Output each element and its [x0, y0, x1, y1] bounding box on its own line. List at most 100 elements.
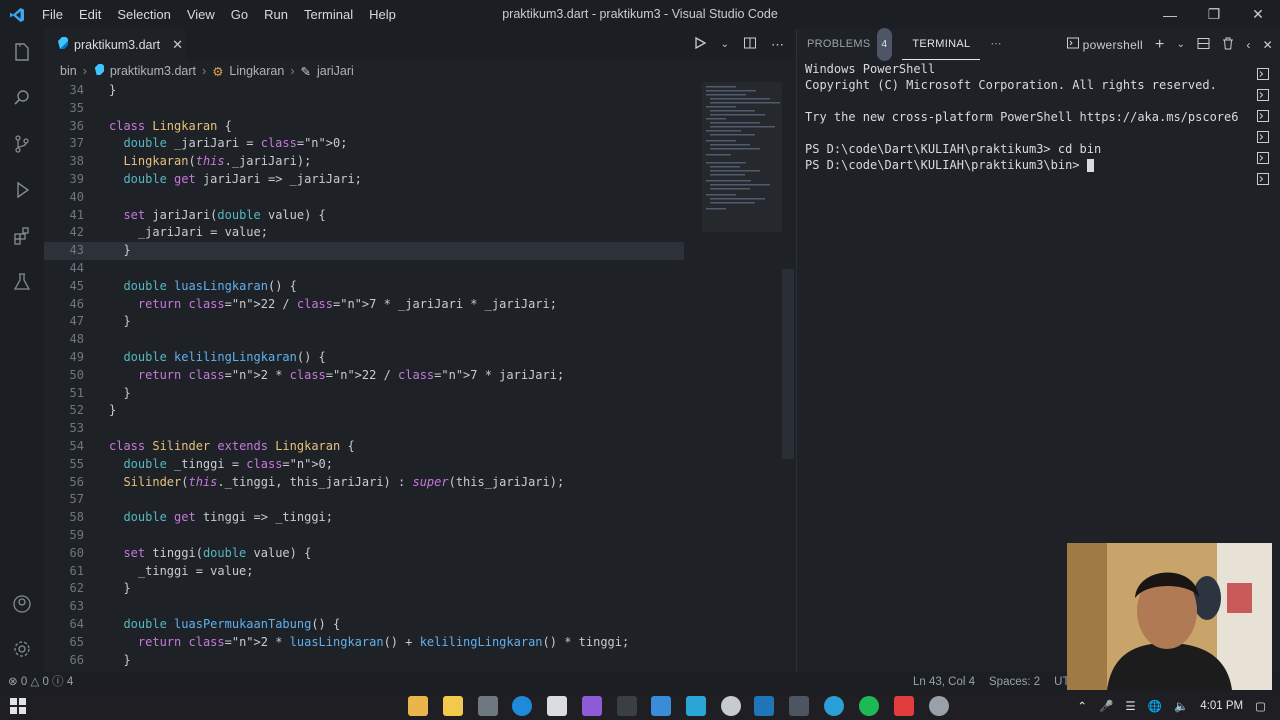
terminal-instance-icon[interactable] — [1255, 168, 1271, 189]
code-line[interactable]: 51 } — [44, 385, 684, 403]
close-window-icon[interactable]: ✕ — [1236, 0, 1280, 29]
menu-run[interactable]: Run — [256, 0, 296, 29]
code-line[interactable]: 50 return class="n">2 * class="n">22 / c… — [44, 367, 684, 385]
app-icon[interactable] — [443, 696, 463, 716]
spotify-icon[interactable] — [859, 696, 879, 716]
run-debug-icon[interactable] — [0, 167, 44, 213]
code-line[interactable]: 58 double get tinggi => _tinggi; — [44, 509, 684, 527]
code-line[interactable]: 39 double get jariJari => _jariJari; — [44, 171, 684, 189]
code-line[interactable]: 63 — [44, 598, 684, 616]
menu-go[interactable]: Go — [223, 0, 256, 29]
code-line[interactable]: 60 set tinggi(double value) { — [44, 545, 684, 563]
app-icon[interactable] — [929, 696, 949, 716]
menu-selection[interactable]: Selection — [109, 0, 178, 29]
wifi-icon[interactable]: ☰ — [1125, 699, 1135, 713]
code-line[interactable]: 54 class Silinder extends Lingkaran { — [44, 438, 684, 456]
code-line[interactable]: 41 set jariJari(double value) { — [44, 207, 684, 225]
terminal-instance-icon[interactable] — [1255, 126, 1271, 147]
code-line[interactable]: 46 return class="n">22 / class="n">7 * _… — [44, 296, 684, 314]
code-line[interactable]: 52} — [44, 402, 684, 420]
code-line[interactable]: 62 } — [44, 580, 684, 598]
testing-icon[interactable] — [0, 259, 44, 305]
menu-help[interactable]: Help — [361, 0, 404, 29]
settings-gear-icon[interactable] — [0, 626, 44, 672]
shell-name[interactable]: powershell — [1083, 38, 1143, 52]
chevron-down-icon[interactable]: ⌄ — [1177, 39, 1186, 50]
menu-view[interactable]: View — [179, 0, 223, 29]
visual-studio-icon[interactable] — [582, 696, 602, 716]
run-file-icon[interactable] — [693, 36, 707, 53]
clock[interactable]: 4:01 PM — [1200, 700, 1243, 712]
app-icon[interactable] — [789, 696, 809, 716]
tab-problems[interactable]: PROBLEMS 4 — [797, 28, 902, 61]
menu-terminal[interactable]: Terminal — [296, 0, 361, 29]
code-line[interactable]: 66 } — [44, 652, 684, 670]
extensions-icon[interactable] — [0, 213, 44, 259]
editor-scrollbar[interactable] — [782, 269, 794, 459]
explorer-icon[interactable] — [0, 29, 44, 75]
code-line[interactable]: 43 } — [44, 242, 684, 260]
split-editor-icon[interactable] — [743, 36, 757, 53]
volume-icon[interactable]: 🔈 — [1174, 699, 1188, 713]
trash-icon[interactable] — [1222, 37, 1234, 53]
code-line[interactable]: 37 double _jariJari = class="n">0; — [44, 135, 684, 153]
code-line[interactable]: 45 double luasLingkaran() { — [44, 278, 684, 296]
breadcrumb-file[interactable]: praktikum3.dart — [110, 64, 196, 78]
source-control-icon[interactable] — [0, 121, 44, 167]
code-line[interactable]: 57 — [44, 491, 684, 509]
code-line[interactable]: 36 class Lingkaran { — [44, 118, 684, 136]
code-line[interactable]: 34} — [44, 82, 684, 100]
new-terminal-icon[interactable]: + — [1155, 36, 1165, 54]
vscode-taskbar-icon[interactable] — [754, 696, 774, 716]
code-line[interactable]: 40 — [44, 189, 684, 207]
code-line[interactable]: 38 Lingkaran(this._jariJari); — [44, 153, 684, 171]
more-actions-icon[interactable]: ⋯ — [771, 37, 784, 53]
browser-icon[interactable] — [824, 696, 844, 716]
code-line[interactable]: 65 return class="n">2 * luasLingkaran() … — [44, 634, 684, 652]
terminal-instance-icon[interactable] — [1255, 105, 1271, 126]
edge-icon[interactable] — [512, 696, 532, 716]
account-icon[interactable] — [0, 581, 44, 627]
code-line[interactable]: 44 — [44, 260, 684, 278]
code-line[interactable]: 42 _jariJari = value; — [44, 224, 684, 242]
terminal-instance-icon[interactable] — [1255, 147, 1271, 168]
code-line[interactable]: 61 _tinggi = value; — [44, 563, 684, 581]
terminal-instance-icon[interactable] — [1255, 63, 1271, 84]
notification-icon[interactable]: ▢ — [1255, 699, 1266, 713]
code-line[interactable]: 49 double kelilingLingkaran() { — [44, 349, 684, 367]
terminal-instance-icon[interactable] — [1255, 84, 1271, 105]
breadcrumb-class[interactable]: Lingkaran — [229, 64, 284, 78]
code-editor[interactable]: 34} 35 36 class Lingkaran {37 double _jariJ… — [44, 82, 684, 672]
mail-icon[interactable] — [651, 696, 671, 716]
restore-icon[interactable]: ❐ — [1192, 0, 1236, 29]
app-icon[interactable] — [547, 696, 567, 716]
code-line[interactable]: 56 Silinder(this._tinggi, this_jariJari)… — [44, 474, 684, 492]
app-icon[interactable] — [721, 696, 741, 716]
windows-start-icon[interactable] — [10, 698, 26, 717]
cursor-position[interactable]: Ln 43, Col 4 — [913, 672, 975, 692]
code-line[interactable]: 59 — [44, 527, 684, 545]
more-tabs-icon[interactable]: ⋯ — [980, 29, 1011, 60]
breadcrumb-symbol[interactable]: jariJari — [317, 64, 354, 78]
indentation[interactable]: Spaces: 2 — [989, 672, 1040, 692]
code-line[interactable]: 55 double _tinggi = class="n">0; — [44, 456, 684, 474]
code-line[interactable]: 64 double luasPermukaanTabung() { — [44, 616, 684, 634]
chevron-up-icon[interactable]: ⌃ — [1077, 699, 1087, 713]
menu-file[interactable]: File — [34, 0, 71, 29]
chevron-left-icon[interactable]: ‹ — [1246, 38, 1250, 52]
close-tab-icon[interactable]: ✕ — [172, 37, 183, 53]
file-explorer-icon[interactable] — [408, 696, 428, 716]
minimize-icon[interactable]: — — [1148, 0, 1192, 29]
microphone-icon[interactable]: 🎤 — [1099, 699, 1113, 713]
search-icon[interactable] — [0, 75, 44, 121]
app-icon[interactable] — [478, 696, 498, 716]
terminal-output[interactable]: Windows PowerShell Copyright (C) Microso… — [805, 61, 1238, 173]
split-terminal-icon[interactable] — [1197, 37, 1210, 53]
tab-terminal[interactable]: TERMINAL — [902, 30, 981, 60]
minimap[interactable] — [702, 82, 782, 672]
language-icon[interactable]: 🌐 — [1148, 699, 1162, 713]
problems-status[interactable]: ⊗ 0 △ 0 ⓘ 4 — [8, 672, 73, 692]
code-line[interactable]: 47 } — [44, 313, 684, 331]
close-panel-icon[interactable]: ✕ — [1263, 38, 1273, 52]
code-line[interactable]: 48 — [44, 331, 684, 349]
